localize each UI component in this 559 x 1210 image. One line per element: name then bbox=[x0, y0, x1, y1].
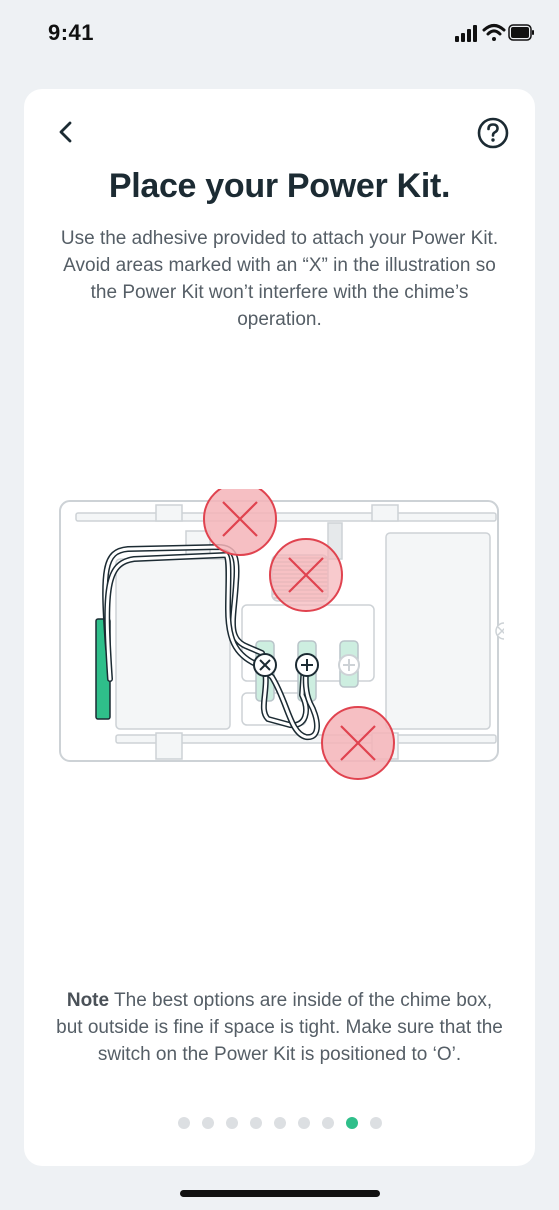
page-dot[interactable] bbox=[345, 1117, 358, 1129]
page-dot[interactable] bbox=[321, 1117, 334, 1129]
status-bar: 9:41 bbox=[0, 0, 559, 70]
avoid-marker-coil bbox=[269, 538, 343, 612]
battery-icon bbox=[508, 24, 534, 41]
page-indicator bbox=[24, 1117, 535, 1133]
chevron-left-icon bbox=[59, 121, 72, 143]
left-chime-plate bbox=[115, 558, 231, 730]
page-dot[interactable] bbox=[201, 1117, 214, 1129]
cellular-signal-icon bbox=[455, 25, 477, 42]
terminal-screw-left bbox=[253, 653, 277, 677]
page-title: Place your Power Kit. bbox=[108, 167, 451, 205]
terminal-screw-middle bbox=[295, 653, 319, 677]
placement-note: Note The best options are inside of the … bbox=[52, 987, 507, 1068]
avoid-marker-bottom bbox=[321, 706, 395, 780]
chime-box-illustration bbox=[58, 482, 513, 799]
page-description: Use the adhesive provided to attach your… bbox=[60, 228, 499, 330]
page-dot[interactable] bbox=[249, 1117, 262, 1129]
status-icons bbox=[425, 22, 535, 46]
page-dot[interactable] bbox=[225, 1117, 238, 1129]
wifi-icon bbox=[482, 24, 506, 41]
page-dot[interactable] bbox=[273, 1117, 286, 1129]
right-chime-plate bbox=[385, 532, 491, 730]
note-text: The best options are inside of the chime… bbox=[56, 990, 503, 1065]
note-label: Note bbox=[66, 990, 110, 1011]
page-dot[interactable] bbox=[177, 1117, 190, 1129]
back-button[interactable] bbox=[50, 115, 84, 149]
home-indicator[interactable] bbox=[180, 1190, 380, 1197]
page-dot[interactable] bbox=[369, 1117, 382, 1129]
help-button[interactable] bbox=[475, 115, 511, 151]
page-dot[interactable] bbox=[297, 1117, 310, 1129]
avoid-marker-top bbox=[203, 482, 277, 556]
content-card: Place your Power Kit. Use the adhesive p… bbox=[24, 89, 535, 1166]
status-time: 9:41 bbox=[48, 20, 95, 45]
question-circle-icon bbox=[477, 117, 509, 149]
